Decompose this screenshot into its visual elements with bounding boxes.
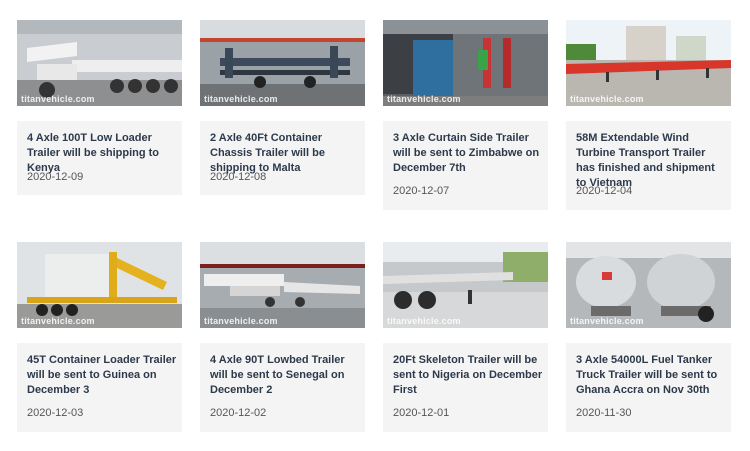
card-info: 3 Axle 54000L Fuel Tanker Truck Trailer … (566, 343, 731, 432)
card-title[interactable]: 45T Container Loader Trailer will be sen… (27, 353, 177, 398)
card-info: 4 Axle 90T Lowbed Trailer will be sent t… (200, 343, 365, 432)
card-info: 4 Axle 100T Low Loader Trailer will be s… (17, 121, 182, 195)
trailer-photo[interactable]: titanvehicle.com (17, 20, 182, 106)
watermark: titanvehicle.com (387, 94, 461, 104)
watermark: titanvehicle.com (21, 94, 95, 104)
card-title[interactable]: 4 Axle 100T Low Loader Trailer will be s… (27, 131, 177, 176)
card-info: 58M Extendable Wind Turbine Transport Tr… (566, 121, 731, 210)
watermark: titanvehicle.com (204, 316, 278, 326)
card-title[interactable]: 2 Axle 40Ft Container Chassis Trailer wi… (210, 131, 360, 176)
trailer-photo[interactable]: titanvehicle.com (200, 20, 365, 106)
card-date: 2020-12-07 (393, 185, 450, 197)
trailer-photo[interactable]: titanvehicle.com (383, 242, 548, 328)
watermark: titanvehicle.com (21, 316, 95, 326)
card-title[interactable]: 3 Axle 54000L Fuel Tanker Truck Trailer … (576, 353, 726, 398)
card-title[interactable]: 4 Axle 90T Lowbed Trailer will be sent t… (210, 353, 360, 398)
card-date: 2020-12-04 (576, 185, 633, 197)
card-info: 20Ft Skeleton Trailer will be sent to Ni… (383, 343, 548, 432)
watermark: titanvehicle.com (570, 316, 644, 326)
card-title[interactable]: 20Ft Skeleton Trailer will be sent to Ni… (393, 353, 543, 398)
watermark: titanvehicle.com (570, 94, 644, 104)
watermark: titanvehicle.com (204, 94, 278, 104)
trailer-photo[interactable]: titanvehicle.com (566, 20, 731, 106)
card-title[interactable]: 58M Extendable Wind Turbine Transport Tr… (576, 131, 726, 191)
card-date: 2020-12-09 (27, 171, 84, 183)
watermark: titanvehicle.com (387, 316, 461, 326)
card-info: 45T Container Loader Trailer will be sen… (17, 343, 182, 432)
trailer-photo[interactable]: titanvehicle.com (566, 242, 731, 328)
card-date: 2020-12-08 (210, 171, 267, 183)
trailer-photo[interactable]: titanvehicle.com (17, 242, 182, 328)
card-info: 3 Axle Curtain Side Trailer will be sent… (383, 121, 548, 210)
card-date: 2020-11-30 (576, 407, 632, 419)
trailer-photo[interactable]: titanvehicle.com (383, 20, 548, 106)
card-info: 2 Axle 40Ft Container Chassis Trailer wi… (200, 121, 365, 195)
card-date: 2020-12-01 (393, 407, 450, 419)
card-title[interactable]: 3 Axle Curtain Side Trailer will be sent… (393, 131, 543, 176)
card-date: 2020-12-02 (210, 407, 267, 419)
trailer-photo[interactable]: titanvehicle.com (200, 242, 365, 328)
card-date: 2020-12-03 (27, 407, 84, 419)
